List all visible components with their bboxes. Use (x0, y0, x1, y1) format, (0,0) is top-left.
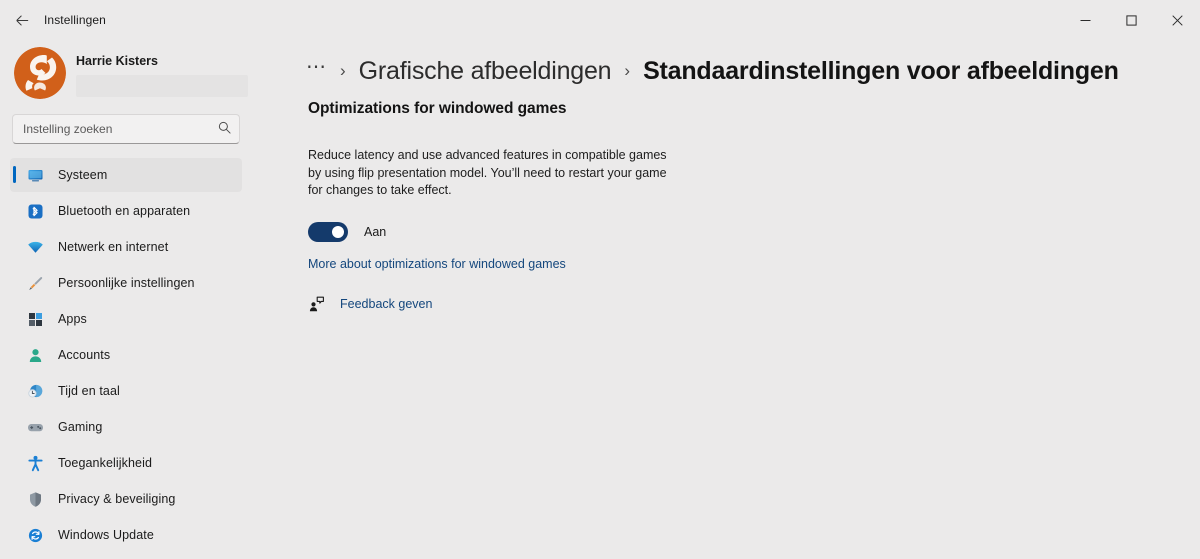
breadcrumb-separator: › (624, 61, 631, 80)
title-bar: Instellingen (0, 0, 1200, 40)
sidebar-nav: Systeem Bluetooth en apparaten Netwerk e… (8, 158, 244, 552)
sidebar-item-label: Windows Update (58, 528, 154, 542)
sidebar-item-label: Gaming (58, 420, 103, 434)
optimizations-toggle-row: Aan (308, 221, 1200, 242)
toggle-knob (332, 225, 344, 238)
main-content: ⋯ › Grafische afbeeldingen › Standaardin… (252, 40, 1200, 559)
sidebar-item-label: Persoonlijke instellingen (58, 276, 195, 290)
minimize-button[interactable] (1062, 0, 1108, 40)
accessibility-person-icon (26, 454, 44, 472)
section-description: Reduce latency and use advanced features… (308, 148, 667, 197)
sidebar-item-netwerk-en-internet[interactable]: Netwerk en internet (10, 230, 242, 264)
gamepad-icon (26, 418, 44, 436)
bluetooth-icon (26, 202, 44, 220)
page-title: Optimizations for windowed games (308, 100, 567, 117)
account-email-redacted (76, 75, 248, 97)
breadcrumb-overflow-button[interactable]: ⋯ (306, 57, 327, 82)
sidebar: Harrie Kisters Instelling zoeken Systeem… (0, 40, 252, 559)
sidebar-item-label: Privacy & beveiliging (58, 492, 176, 506)
sidebar-item-accounts[interactable]: Accounts (10, 338, 242, 372)
maximize-button[interactable] (1108, 0, 1154, 40)
sidebar-item-label: Apps (58, 312, 87, 326)
shield-icon (26, 490, 44, 508)
sidebar-item-label: Accounts (58, 348, 111, 362)
learn-more-link[interactable]: More about optimizations for windowed ga… (308, 257, 566, 271)
toggle-state-label: Aan (364, 224, 387, 239)
search-container (12, 114, 240, 144)
back-arrow-icon (15, 15, 28, 25)
breadcrumb: ⋯ › Grafische afbeeldingen › Standaardin… (306, 48, 1200, 94)
wifi-icon (26, 238, 44, 256)
sidebar-item-apps[interactable]: Apps (10, 302, 242, 336)
feedback-link[interactable]: Feedback geven (340, 297, 432, 311)
search-input[interactable] (12, 114, 240, 144)
sidebar-item-persoonlijke-instellingen[interactable]: Persoonlijke instellingen (10, 266, 242, 300)
apps-grid-icon (26, 310, 44, 328)
maximize-icon (1125, 14, 1137, 26)
account-name: Harrie Kisters (76, 54, 158, 68)
avatar (14, 47, 66, 99)
sidebar-item-toegankelijkheid[interactable]: Toegankelijkheid (10, 446, 242, 480)
breadcrumb-parent-link[interactable]: Grafische afbeeldingen (359, 57, 612, 86)
sidebar-item-bluetooth-en-apparaten[interactable]: Bluetooth en apparaten (10, 194, 242, 228)
breadcrumb-current-page: Standaardinstellingen voor afbeeldingen (643, 56, 1119, 85)
sidebar-item-label: Netwerk en internet (58, 240, 169, 254)
feedback-row[interactable]: Feedback geven (308, 295, 1200, 313)
sidebar-item-privacy-beveiliging[interactable]: Privacy & beveiliging (10, 482, 242, 516)
optimizations-toggle[interactable] (308, 221, 348, 242)
sidebar-item-systeem[interactable]: Systeem (10, 158, 242, 192)
account-text: Harrie Kisters (76, 46, 248, 97)
globe-clock-icon (26, 382, 44, 400)
app-title: Instellingen (44, 13, 106, 27)
breadcrumb-separator: › (340, 61, 346, 80)
window-controls (1062, 0, 1200, 40)
sidebar-item-gaming[interactable]: Gaming (10, 410, 242, 444)
person-icon (26, 346, 44, 364)
minimize-icon (1080, 19, 1090, 21)
sidebar-item-label: Bluetooth en apparaten (58, 204, 191, 218)
close-icon (1171, 14, 1183, 26)
paintbrush-icon (26, 274, 44, 292)
update-refresh-icon (26, 526, 44, 544)
back-button[interactable] (6, 5, 38, 35)
account-card[interactable]: Harrie Kisters (8, 40, 248, 102)
sidebar-item-label: Tijd en taal (58, 384, 120, 398)
sidebar-item-tijd-en-taal[interactable]: Tijd en taal (10, 374, 242, 408)
display-monitor-icon (26, 166, 44, 184)
app-shell: Harrie Kisters Instelling zoeken Systeem… (0, 40, 1200, 559)
sidebar-item-label: Toegankelijkheid (58, 456, 153, 470)
feedback-person-icon (308, 295, 326, 313)
user-avatar-logo (14, 47, 66, 99)
sidebar-item-label: Systeem (58, 168, 108, 182)
sidebar-item-windows-update[interactable]: Windows Update (10, 518, 242, 552)
close-button[interactable] (1154, 0, 1200, 40)
